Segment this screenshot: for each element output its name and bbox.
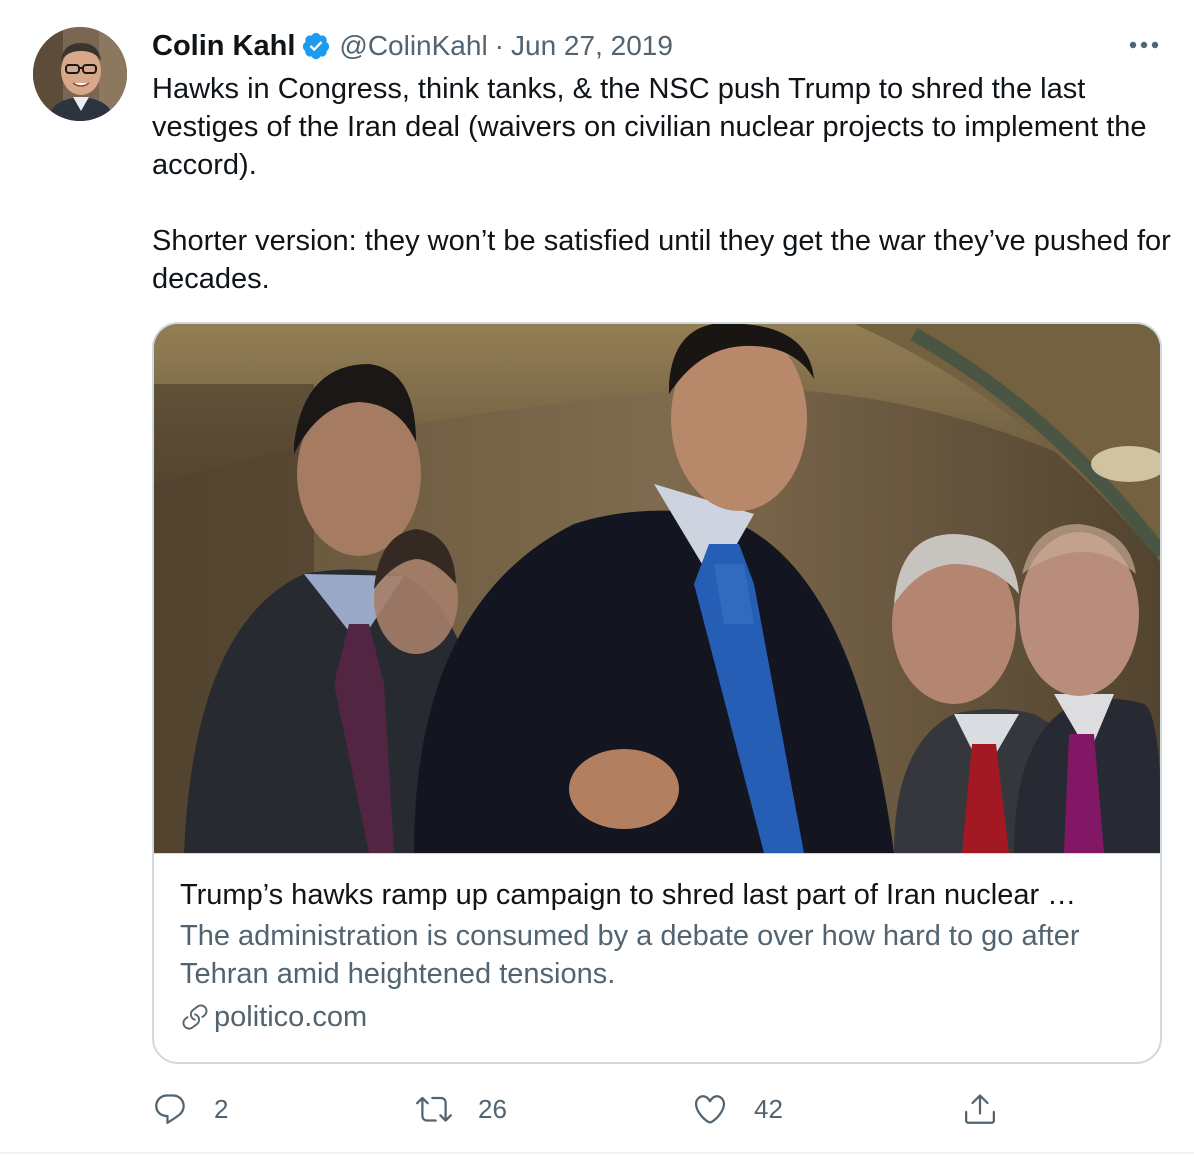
retweet-button[interactable]: 26 bbox=[416, 1086, 507, 1132]
retweet-count: 26 bbox=[478, 1093, 507, 1124]
card-description: The administration is consumed by a deba… bbox=[180, 920, 1080, 990]
like-button[interactable]: 42 bbox=[692, 1086, 783, 1132]
share-icon bbox=[965, 1094, 995, 1124]
card-domain: politico.com bbox=[180, 997, 1140, 1037]
card-body: Trump’s hawks ramp up campaign to shred … bbox=[180, 875, 1140, 1037]
tweet-text: Hawks in Congress, think tanks, & the NS… bbox=[152, 70, 1172, 298]
card-title: Trump’s hawks ramp up campaign to shred … bbox=[180, 879, 1077, 911]
like-count: 42 bbox=[754, 1093, 783, 1124]
separator-dot: · bbox=[494, 30, 504, 61]
card-image bbox=[154, 324, 1160, 854]
retweet-icon bbox=[416, 1096, 452, 1122]
link-icon bbox=[182, 1004, 208, 1030]
avatar[interactable] bbox=[33, 27, 127, 121]
avatar-image bbox=[33, 27, 127, 121]
display-name[interactable]: Colin Kahl bbox=[152, 30, 295, 63]
tweet-date[interactable]: Jun 27, 2019 bbox=[511, 30, 673, 62]
card-domain-text: politico.com bbox=[214, 1001, 368, 1033]
tweet-header: Colin Kahl @ColinKahl · Jun 27, 2019 bbox=[152, 28, 673, 64]
reply-button[interactable]: 2 bbox=[152, 1086, 228, 1132]
link-card[interactable]: Trump’s hawks ramp up campaign to shred … bbox=[152, 322, 1162, 1064]
reply-count: 2 bbox=[214, 1093, 229, 1124]
more-icon[interactable] bbox=[1124, 30, 1164, 60]
card-photo bbox=[154, 324, 1160, 853]
tweet-actions: 2 26 42 bbox=[152, 1086, 1162, 1132]
tweet-divider bbox=[0, 1152, 1194, 1154]
verified-badge-icon bbox=[303, 32, 330, 60]
tweet-paragraph: Shorter version: they won’t be satisfied… bbox=[152, 225, 1171, 295]
tweet-paragraph: Hawks in Congress, think tanks, & the NS… bbox=[152, 73, 1147, 181]
user-handle[interactable]: @ColinKahl bbox=[339, 30, 487, 62]
reply-icon bbox=[155, 1094, 185, 1124]
heart-icon bbox=[694, 1095, 726, 1124]
tweet[interactable]: Colin Kahl @ColinKahl · Jun 27, 2019 Haw… bbox=[0, 0, 1194, 1156]
share-button[interactable] bbox=[962, 1086, 998, 1132]
